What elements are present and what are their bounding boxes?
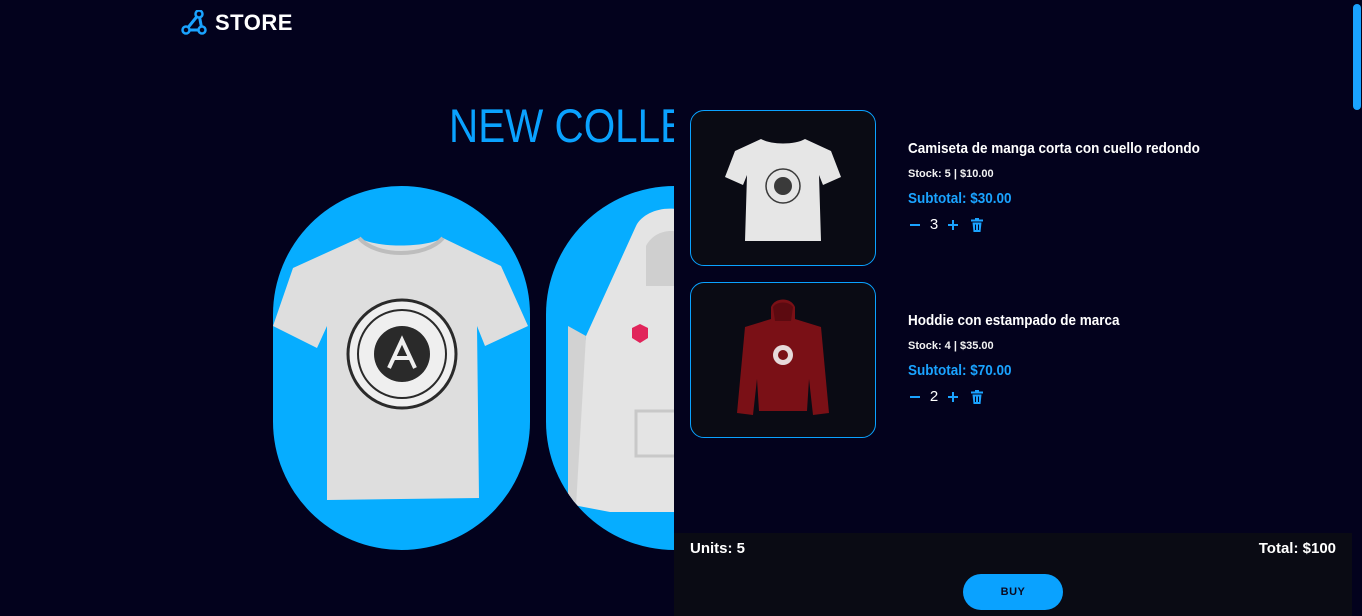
cart-item-image[interactable] <box>690 282 876 438</box>
cart-item-image[interactable] <box>690 110 876 266</box>
cart-item-subtotal: Subtotal: $30.00 <box>908 190 1012 207</box>
minus-icon <box>910 395 920 398</box>
increase-quantity-button[interactable] <box>946 218 960 232</box>
quantity-value: 2 <box>929 388 939 405</box>
cart-total: Total: $100 <box>1258 540 1336 557</box>
product-card-tshirt[interactable] <box>273 186 530 550</box>
quantity-value: 3 <box>929 216 939 233</box>
store-logo-link[interactable]: STORE <box>181 10 293 36</box>
increase-quantity-button[interactable] <box>946 390 960 404</box>
cart-units: Units: 5 <box>690 540 746 557</box>
hoodie-thumbnail <box>737 299 829 415</box>
tshirt-thumbnail <box>725 139 841 241</box>
cart-drawer: Camiseta de manga corta con cuello redon… <box>674 0 1352 616</box>
quantity-stepper: 2 <box>908 388 984 405</box>
cart-item-name: Camiseta de manga corta con cuello redon… <box>908 140 1200 157</box>
decrease-quantity-button[interactable] <box>908 218 922 232</box>
page-scrollbar-thumb[interactable] <box>1353 4 1361 110</box>
minus-icon <box>910 223 920 226</box>
brand-name: STORE <box>215 10 293 35</box>
decrease-quantity-button[interactable] <box>908 390 922 404</box>
tshirt-image <box>273 236 528 500</box>
cart-item: Camiseta de manga corta con cuello redon… <box>690 110 1362 266</box>
cart-item-stock: Stock: 5 | $10.00 <box>908 168 994 180</box>
cart-item-subtotal: Subtotal: $70.00 <box>908 362 1012 379</box>
share-nodes-icon <box>181 10 207 35</box>
plus-icon <box>948 219 958 230</box>
trash-icon <box>971 389 983 404</box>
buy-button[interactable]: BUY <box>963 574 1063 610</box>
remove-item-button[interactable] <box>970 217 984 232</box>
trash-icon <box>971 217 983 232</box>
cart-item-stock: Stock: 4 | $35.00 <box>908 340 994 352</box>
remove-item-button[interactable] <box>970 389 984 404</box>
cart-item-name: Hoddie con estampado de marca <box>908 312 1120 329</box>
cart-item: Hoddie con estampado de marca Stock: 4 |… <box>690 282 1362 438</box>
cart-footer: Units: 5 Total: $100 BUY <box>674 533 1352 616</box>
plus-icon <box>948 391 958 402</box>
quantity-stepper: 3 <box>908 216 984 233</box>
hero-title: NEW COLLE <box>449 99 688 152</box>
